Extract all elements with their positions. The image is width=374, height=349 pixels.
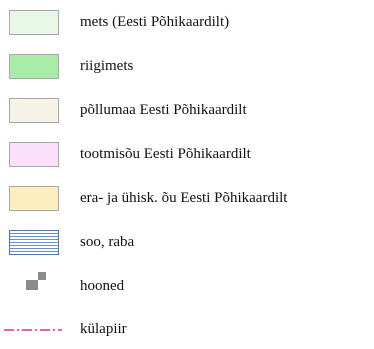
industrial-yard-swatch: [9, 142, 59, 167]
legend-label: soo, raba: [80, 234, 135, 250]
legend-item-industrial-yard: tootmisõu Eesti Põhikaardilt: [0, 136, 374, 172]
legend-item-state-forest: riigimets: [0, 48, 374, 84]
farmland-swatch: [9, 98, 59, 123]
legend-item-village-border: külapiir: [0, 311, 374, 347]
legend-label: põllumaa Eesti Põhikaardilt: [80, 102, 247, 118]
legend-label: riigimets: [80, 58, 134, 74]
legend-item-private-yard: era- ja ühisk. õu Eesti Põhikaardilt: [0, 180, 374, 216]
legend-label: hooned: [80, 278, 125, 294]
forest-swatch: [9, 10, 59, 35]
village-border-line-icon: [4, 329, 62, 331]
bog-swatch: [9, 230, 59, 255]
private-yard-swatch: [9, 186, 59, 211]
legend-label: külapiir: [80, 321, 127, 337]
legend-item-buildings: hooned: [0, 268, 374, 304]
state-forest-swatch: [9, 54, 59, 79]
building-icon: [26, 272, 48, 294]
legend-label: tootmisõu Eesti Põhikaardilt: [80, 146, 251, 162]
legend-item-farmland: põllumaa Eesti Põhikaardilt: [0, 92, 374, 128]
legend-label: era- ja ühisk. õu Eesti Põhikaardilt: [80, 190, 288, 206]
map-legend: mets (Eesti Põhikaardilt) riigimets põll…: [0, 0, 374, 349]
legend-item-forest: mets (Eesti Põhikaardilt): [0, 4, 374, 40]
legend-item-bog: soo, raba: [0, 224, 374, 260]
legend-label: mets (Eesti Põhikaardilt): [80, 14, 230, 30]
